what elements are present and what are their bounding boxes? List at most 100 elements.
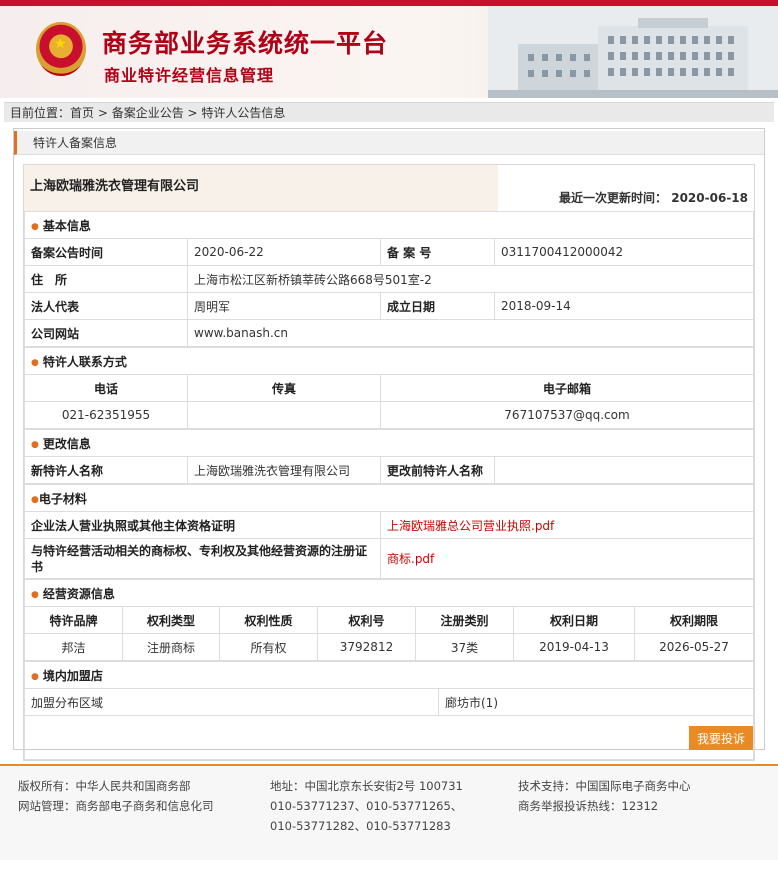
site-title: 商务部业务系统统一平台 — [102, 29, 389, 58]
resources-cell: 2026-05-27 — [634, 633, 754, 661]
email-value: 767107537@qq.com — [380, 401, 754, 429]
basic-info-heading: ● 基本信息 — [24, 211, 754, 239]
phone-value: 021-62351955 — [24, 401, 188, 429]
trademark-label: 与特许经营活动相关的商标权、专利权及其他经营资源的注册证书 — [24, 538, 381, 579]
stores-heading: ● 境内加盟店 — [24, 661, 754, 689]
contact-table: ● 特许人联系方式 电话 传真 电子邮箱 021-62351955 7671075… — [24, 347, 754, 429]
content-panel: 特许人备案信息 上海欧瑞雅洗衣管理有限公司 最近一次更新时间： 2020-06-… — [13, 128, 765, 761]
footer-col-right: 技术支持：中国国际电子商务中心 商务举报投诉热线：12312 — [518, 776, 691, 816]
resources-title: 经营资源信息 — [42, 586, 115, 601]
fax-header: 传真 — [187, 374, 381, 402]
contact-heading: ● 特许人联系方式 — [24, 347, 754, 375]
franchisor-record: 上海欧瑞雅洗衣管理有限公司 最近一次更新时间： 2020-06-18 ● 基本信息… — [23, 164, 755, 761]
section-title: 特许人备案信息 — [14, 131, 764, 155]
stores-title: 境内加盟店 — [42, 668, 103, 683]
contact-title: 特许人联系方式 — [42, 354, 127, 369]
region-value: 廊坊市(1) — [438, 688, 754, 716]
bullet-icon: ● — [31, 439, 39, 450]
last-updated: 最近一次更新时间： 2020-06-18 — [498, 165, 754, 211]
resources-header-cell: 权利类型 — [122, 606, 220, 634]
company-header: 上海欧瑞雅洗衣管理有限公司 最近一次更新时间： 2020-06-18 — [24, 165, 754, 211]
change-info-heading: ● 更改信息 — [24, 429, 754, 457]
materials-heading: ●电子材料 — [24, 484, 754, 512]
website-value: www.banash.cn — [187, 319, 754, 347]
resources-cell: 2019-04-13 — [513, 633, 635, 661]
website-label: 公司网站 — [24, 319, 188, 347]
resources-header-cell: 注册类别 — [415, 606, 514, 634]
trademark-file-link[interactable]: 商标.pdf — [387, 552, 434, 566]
bullet-icon: ● — [31, 494, 39, 505]
footer-col-middle: 地址：中国北京东长安街2号 100731 010-53771237、010-53… — [270, 776, 463, 836]
national-emblem-icon: ★ — [36, 22, 86, 76]
company-name: 上海欧瑞雅洗衣管理有限公司 — [24, 165, 498, 211]
complain-button[interactable]: 我要投诉 — [689, 726, 753, 750]
header-banner: ★ 商务部业务系统统一平台 商业特许经营信息管理 — [0, 6, 778, 98]
record-no-label: 备 案 号 — [380, 238, 495, 266]
footer-tech-support: 技术支持：中国国际电子商务中心 — [518, 779, 691, 793]
resources-header-cell: 权利期限 — [634, 606, 754, 634]
resources-cell: 注册商标 — [122, 633, 220, 661]
region-label: 加盟分布区域 — [24, 688, 439, 716]
basic-info-table: ● 基本信息 备案公告时间 2020-06-22 备 案 号 0311700412… — [24, 211, 754, 347]
breadcrumb-current: 特许人公告信息 — [201, 106, 286, 120]
resources-header-cell: 权利日期 — [513, 606, 635, 634]
footer-phones-1: 010-53771237、010-53771265、 — [270, 799, 463, 813]
notice-time-value: 2020-06-22 — [187, 238, 381, 266]
old-name-value — [494, 456, 754, 484]
resources-header-cell: 特许品牌 — [24, 606, 123, 634]
footer-address: 地址：中国北京东长安街2号 100731 — [270, 779, 463, 793]
breadcrumb-prefix: 目前位置： — [10, 106, 71, 120]
resources-header-cell: 权利性质 — [219, 606, 318, 634]
bullet-icon: ● — [31, 221, 39, 232]
breadcrumb-home-link[interactable]: 首页 — [70, 106, 94, 120]
site-subtitle: 商业特许经营信息管理 — [104, 66, 275, 85]
notice-time-label: 备案公告时间 — [24, 238, 188, 266]
footer-copyright: 版权所有：中华人民共和国商务部 — [18, 779, 191, 793]
materials-title: 电子材料 — [38, 491, 87, 506]
email-header: 电子邮箱 — [380, 374, 754, 402]
legal-rep-value: 周明军 — [187, 292, 381, 320]
breadcrumb-list-link[interactable]: 备案企业公告 — [112, 106, 184, 120]
resources-cell: 3792812 — [317, 633, 416, 661]
record-no-value: 0311700412000042 — [494, 238, 754, 266]
breadcrumb-separator: > — [94, 106, 112, 120]
last-updated-label: 最近一次更新时间： — [559, 191, 668, 205]
building-image — [488, 6, 778, 98]
address-label: 住 所 — [24, 265, 188, 293]
breadcrumb: 目前位置：首页 > 备案企业公告 > 特许人公告信息 — [4, 102, 774, 122]
breadcrumb-separator: > — [183, 106, 202, 120]
action-row: 我要投诉 — [24, 716, 754, 760]
address-value: 上海市松江区新桥镇莘砖公路668号501室-2 — [187, 265, 754, 293]
legal-rep-label: 法人代表 — [24, 292, 188, 320]
new-name-label: 新特许人名称 — [24, 456, 188, 484]
footer-phones-2: 010-53771282、010-53771283 — [270, 819, 451, 833]
materials-table: ●电子材料 企业法人营业执照或其他主体资格证明 上海欧瑞雅总公司营业执照.pdf… — [24, 484, 754, 579]
table-row: 邦洁 注册商标 所有权 3792812 37类 2019-04-13 2026-… — [24, 633, 754, 661]
resources-cell: 37类 — [415, 633, 514, 661]
old-name-label: 更改前特许人名称 — [380, 456, 495, 484]
resources-header-cell: 权利号 — [317, 606, 416, 634]
fax-value — [187, 401, 381, 429]
basic-info-title: 基本信息 — [42, 218, 91, 233]
bullet-icon: ● — [31, 589, 39, 600]
license-label: 企业法人营业执照或其他主体资格证明 — [24, 511, 381, 539]
last-updated-value: 2020-06-18 — [671, 191, 748, 205]
resources-cell: 所有权 — [219, 633, 318, 661]
change-info-table: ● 更改信息 新特许人名称 上海欧瑞雅洗衣管理有限公司 更改前特许人名称 — [24, 429, 754, 484]
footer-col-left: 版权所有：中华人民共和国商务部 网站管理：商务部电子商务和信息化司 — [18, 776, 214, 816]
bullet-icon: ● — [31, 357, 39, 368]
bullet-icon: ● — [31, 671, 39, 682]
founded-label: 成立日期 — [380, 292, 495, 320]
footer-site-admin: 网站管理：商务部电子商务和信息化司 — [18, 799, 214, 813]
license-file-link[interactable]: 上海欧瑞雅总公司营业执照.pdf — [387, 519, 554, 533]
resources-cell: 邦洁 — [24, 633, 123, 661]
stores-table: ● 境内加盟店 加盟分布区域 廊坊市(1) — [24, 661, 754, 716]
resources-heading: ● 经营资源信息 — [24, 579, 754, 607]
footer-hotline: 商务举报投诉热线：12312 — [518, 799, 659, 813]
resources-table: ● 经营资源信息 特许品牌 权利类型 权利性质 权利号 注册类别 权利日期 权利期… — [24, 579, 754, 661]
founded-value: 2018-09-14 — [494, 292, 754, 320]
phone-header: 电话 — [24, 374, 188, 402]
change-info-title: 更改信息 — [42, 436, 91, 451]
footer: 版权所有：中华人民共和国商务部 网站管理：商务部电子商务和信息化司 地址：中国北… — [0, 764, 778, 860]
new-name-value: 上海欧瑞雅洗衣管理有限公司 — [187, 456, 381, 484]
